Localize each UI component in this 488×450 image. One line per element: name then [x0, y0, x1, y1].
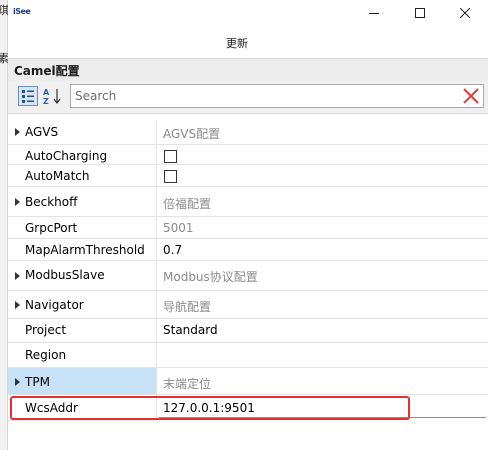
expand-arrow-icon[interactable]: [15, 272, 20, 280]
property-value-cell: Standard: [157, 319, 488, 343]
property-name: Region: [25, 348, 67, 362]
property-value: AGVS配置: [163, 127, 221, 141]
clear-search-button[interactable]: [461, 87, 481, 105]
property-value-cell: 末端定位: [157, 368, 488, 395]
categorized-list-icon: [22, 90, 34, 103]
property-name-cell: TPM: [8, 368, 157, 395]
property-name: TPM: [25, 375, 50, 389]
property-value: Standard: [163, 323, 218, 337]
property-row-modbusslave[interactable]: ModbusSlave Modbus协议配置: [8, 261, 488, 291]
property-row-beckhoff[interactable]: Beckhoff 倍福配置: [8, 187, 488, 217]
automatch-checkbox[interactable]: [164, 170, 177, 183]
clear-x-icon: [463, 88, 479, 104]
property-name: AutoCharging: [25, 149, 108, 163]
property-row-autocharging[interactable]: AutoCharging: [8, 145, 488, 165]
expand-arrow-icon[interactable]: [15, 128, 20, 136]
close-icon: [460, 8, 470, 18]
property-row-project[interactable]: Project Standard: [8, 319, 488, 343]
property-value-cell: AGVS配置: [157, 120, 488, 145]
property-name: Project: [25, 323, 67, 337]
property-row-automatch[interactable]: AutoMatch: [8, 165, 488, 187]
expand-arrow-icon[interactable]: [15, 378, 20, 386]
edit-underline: [159, 396, 486, 418]
property-row-wcsaddr[interactable]: WcsAddr 127.0.0.1:9501: [8, 395, 488, 421]
property-row-agvs[interactable]: AGVS AGVS配置: [8, 120, 488, 145]
autocharging-checkbox[interactable]: [164, 150, 177, 163]
property-name-cell: Beckhoff: [8, 187, 157, 217]
search-box: [70, 84, 484, 108]
property-grid-toolbar: A Z: [8, 81, 488, 114]
property-value-cell: [157, 165, 488, 187]
property-row-navigator[interactable]: Navigator 导航配置: [8, 291, 488, 319]
property-name: GrpcPort: [25, 221, 78, 235]
update-button[interactable]: 更新: [226, 35, 248, 51]
categorized-view-button[interactable]: [18, 86, 38, 106]
property-value-cell: 导航配置: [157, 291, 488, 319]
property-name: AGVS: [25, 125, 59, 139]
svg-text:A: A: [43, 88, 50, 97]
property-value-cell: 倍福配置: [157, 187, 488, 217]
property-name: ModbusSlave: [25, 268, 105, 282]
properties-window: iSee 更新 Camel配置 A Z Search AGVS AGVS配置 A…: [8, 0, 488, 450]
property-name: Navigator: [25, 298, 84, 312]
property-name: WcsAddr: [25, 401, 78, 415]
property-name-cell: ModbusSlave: [8, 261, 157, 291]
property-row-mapalarmthreshold[interactable]: MapAlarmThreshold 0.7: [8, 239, 488, 261]
property-row-tpm[interactable]: TPM 末端定位: [8, 368, 488, 395]
property-name-cell: AutoCharging: [8, 145, 157, 165]
svg-text:Z: Z: [43, 97, 49, 106]
alphabetical-sort-button[interactable]: A Z: [42, 86, 64, 106]
property-value: 倍福配置: [163, 197, 212, 211]
property-value-cell: 0.7: [157, 239, 488, 261]
property-name-cell: GrpcPort: [8, 217, 157, 239]
property-name-cell: Project: [8, 319, 157, 343]
property-name-cell: AGVS: [8, 120, 157, 145]
property-name-cell: Navigator: [8, 291, 157, 319]
property-value-cell: 5001: [157, 217, 488, 239]
property-name: MapAlarmThreshold: [25, 243, 145, 257]
property-value: 0.7: [163, 243, 183, 257]
background-window-edge: 琪 素: [0, 0, 9, 450]
expand-arrow-icon[interactable]: [15, 301, 20, 309]
search-input[interactable]: [75, 87, 455, 105]
minimize-button[interactable]: [351, 0, 397, 26]
property-row-region[interactable]: Region: [8, 343, 488, 368]
property-row-grpcport[interactable]: GrpcPort 5001: [8, 217, 488, 239]
maximize-icon: [415, 8, 425, 18]
property-value: 末端定位: [163, 377, 212, 391]
property-name-cell: MapAlarmThreshold: [8, 239, 157, 261]
toolbar: 更新: [8, 26, 488, 59]
app-icon: iSee: [13, 7, 31, 16]
property-value-cell: [157, 343, 488, 368]
property-value: 导航配置: [163, 300, 212, 314]
property-value-cell: [157, 145, 488, 165]
maximize-button[interactable]: [397, 0, 443, 26]
sort-az-icon: A Z: [43, 88, 61, 106]
property-value: Modbus协议配置: [163, 270, 258, 284]
expand-arrow-icon[interactable]: [15, 198, 20, 206]
property-name: AutoMatch: [25, 169, 90, 183]
property-name-cell: Region: [8, 343, 157, 368]
page-title: Camel配置: [14, 64, 80, 78]
property-name-cell: AutoMatch: [8, 165, 157, 187]
property-value: 5001: [163, 221, 194, 235]
property-value-cell: Modbus协议配置: [157, 261, 488, 291]
property-name-cell: WcsAddr: [8, 395, 157, 421]
property-grid-header: Camel配置: [8, 59, 488, 81]
close-button[interactable]: [442, 0, 488, 26]
title-bar: iSee: [8, 0, 488, 26]
property-name: Beckhoff: [25, 195, 78, 209]
minimize-icon: [369, 13, 379, 14]
